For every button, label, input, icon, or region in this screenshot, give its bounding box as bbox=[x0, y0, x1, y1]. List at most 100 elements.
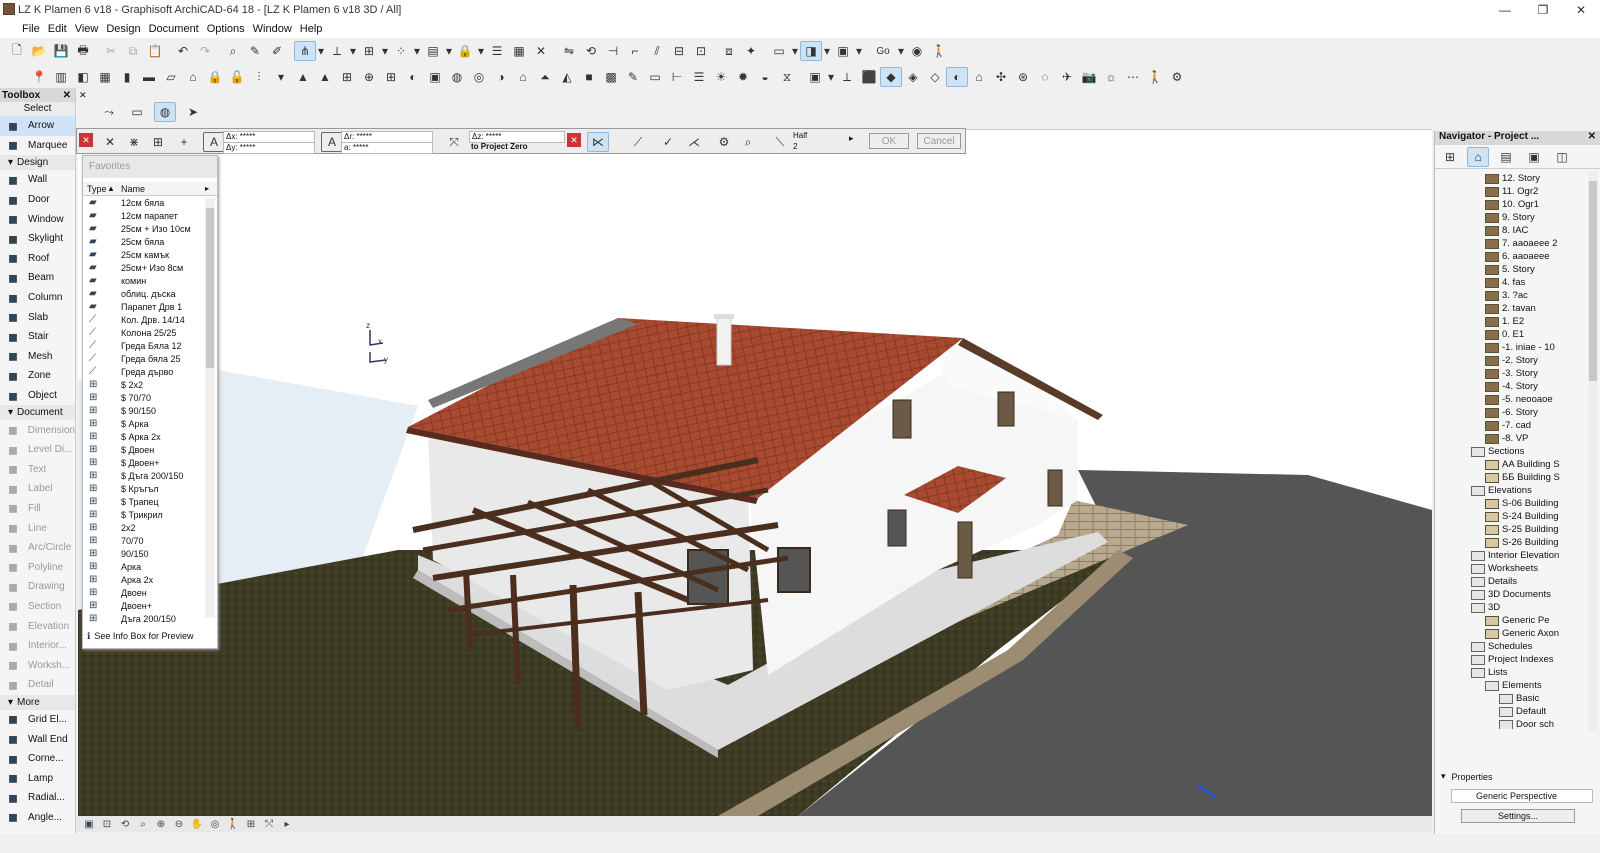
gravity-icon[interactable]: ⋔ bbox=[294, 41, 316, 61]
split-icon[interactable]: ⊟ bbox=[668, 41, 690, 61]
tracker-close-2-icon[interactable]: ✕ bbox=[567, 133, 581, 147]
layout-icon[interactable]: ▣ bbox=[832, 41, 854, 61]
info-box-close-icon[interactable]: ✕ bbox=[79, 90, 89, 100]
dy-field[interactable]: Δy: ***** bbox=[223, 142, 315, 154]
worksheets-folder[interactable]: Worksheets bbox=[1435, 562, 1600, 575]
story-item[interactable]: 3. ?ac bbox=[1435, 289, 1600, 302]
more-section[interactable]: ▾ More bbox=[0, 694, 75, 710]
favorites-scrollbar[interactable] bbox=[205, 198, 215, 618]
favorite-item[interactable]: ⊞ $ 2x2 bbox=[83, 378, 217, 391]
polygon-select-icon[interactable]: ◍ bbox=[154, 102, 176, 122]
col-type-header[interactable]: Type bbox=[83, 184, 107, 194]
tool-wall-end[interactable]: ◼ Wall End bbox=[0, 729, 75, 749]
expand-icon[interactable]: ▸ bbox=[205, 184, 217, 193]
orbit-view-icon[interactable]: ◎ bbox=[206, 818, 224, 830]
stack-icon[interactable]: ☰ bbox=[486, 41, 508, 61]
favorite-item[interactable]: ⊞ 90/150 bbox=[83, 547, 217, 560]
shell-icon[interactable]: ◐ bbox=[402, 67, 424, 87]
draw-icon[interactable]: ✎ bbox=[622, 67, 644, 87]
hatch-icon[interactable]: ▩ bbox=[600, 67, 622, 87]
menu-view[interactable]: View bbox=[75, 23, 107, 35]
tracker-close-icon[interactable]: ✕ bbox=[79, 133, 93, 147]
mirror-icon[interactable]: ⇋ bbox=[558, 41, 580, 61]
door-tool-icon[interactable]: ◧ bbox=[72, 67, 94, 87]
favorite-item[interactable]: ▰ комин bbox=[83, 274, 217, 287]
tool-skylight[interactable]: ◼ Skylight bbox=[0, 229, 75, 249]
ok-button[interactable]: OK bbox=[869, 133, 909, 149]
story-item[interactable]: 1. E2 bbox=[1435, 315, 1600, 328]
3d-viewport[interactable]: z x y bbox=[78, 130, 1432, 816]
favorite-item[interactable]: ▰ 25см камък bbox=[83, 248, 217, 261]
stack-tool-icon[interactable]: ☰ bbox=[688, 67, 710, 87]
path-icon[interactable]: ⋯ bbox=[1122, 67, 1144, 87]
marquee-dropdown-icon[interactable]: ▾ bbox=[826, 67, 836, 87]
settings-button[interactable]: Settings... bbox=[1461, 809, 1575, 823]
interior-elevations-folder[interactable]: Interior Elevation bbox=[1435, 549, 1600, 562]
sub-solid-icon[interactable]: ◑ bbox=[490, 67, 512, 87]
gear-icon[interactable]: ⚙ bbox=[713, 132, 735, 152]
elevations-folder[interactable]: Elevations bbox=[1435, 484, 1600, 497]
lower-icon[interactable]: ▲ bbox=[314, 67, 336, 87]
tool-section[interactable]: ◼ Section bbox=[0, 597, 75, 617]
rect-select-icon[interactable]: ▭ bbox=[126, 102, 148, 122]
story-item[interactable]: 2. tavan bbox=[1435, 302, 1600, 315]
cut-icon[interactable]: ✂ bbox=[100, 41, 122, 61]
tracker-a-icon[interactable]: A bbox=[203, 132, 225, 152]
render-icon[interactable]: ☀ bbox=[710, 67, 732, 87]
generic-axon-item[interactable]: Generic Axon bbox=[1435, 627, 1600, 640]
dimension-tool-icon[interactable]: ⊢ bbox=[666, 67, 688, 87]
offset-icon[interactable]: ⫽ bbox=[646, 41, 668, 61]
snap-guides-icon[interactable]: ⟂ bbox=[326, 41, 348, 61]
favorite-item[interactable]: ⊞ $ Кръгъл bbox=[83, 482, 217, 495]
tool-object[interactable]: ◼ Object bbox=[0, 386, 75, 406]
favorite-item[interactable]: ⊞ Двоен bbox=[83, 586, 217, 599]
favorite-item[interactable]: ▰ 25см бяла bbox=[83, 235, 217, 248]
walk-3d-icon[interactable]: 🚶 bbox=[1144, 67, 1166, 87]
roof-tool-icon[interactable]: ⌂ bbox=[182, 67, 204, 87]
label-tool-icon[interactable]: ▭ bbox=[644, 67, 666, 87]
col-name-header[interactable]: Name bbox=[121, 184, 205, 194]
section-item[interactable]: AA Building S bbox=[1435, 458, 1600, 471]
collapse-icon[interactable]: ▾ bbox=[1441, 771, 1446, 782]
tool-text[interactable]: ◼ Text bbox=[0, 460, 75, 480]
tool-door[interactable]: ◼ Door bbox=[0, 190, 75, 210]
organizer-icon[interactable]: ◫ bbox=[1551, 147, 1573, 167]
pointer-icon[interactable]: ➤ bbox=[182, 102, 204, 122]
cut-plane-icon[interactable]: ◇ bbox=[924, 67, 946, 87]
tool-mesh[interactable]: ◼ Mesh bbox=[0, 347, 75, 367]
layers-dropdown-icon[interactable]: ▾ bbox=[444, 41, 454, 61]
tool-detail[interactable]: ◼ Detail bbox=[0, 675, 75, 695]
elevation-item[interactable]: S-26 Building bbox=[1435, 536, 1600, 549]
tool-window[interactable]: ◼ Window bbox=[0, 209, 75, 229]
favorite-item[interactable]: ⟋ Греда дърво bbox=[83, 365, 217, 378]
tool-arrow[interactable]: ◼ Arrow bbox=[0, 116, 75, 136]
table-icon[interactable]: ▦ bbox=[508, 41, 530, 61]
tool-level-di[interactable]: ◼ Level Di... bbox=[0, 440, 75, 460]
favorite-item[interactable]: ⊞ $ 90/150 bbox=[83, 404, 217, 417]
pick-up-icon[interactable]: ✎ bbox=[244, 41, 266, 61]
copy-icon[interactable]: ⧉ bbox=[122, 41, 144, 61]
story-item[interactable]: -4. Story bbox=[1435, 380, 1600, 393]
navigator-scrollbar[interactable] bbox=[1588, 171, 1598, 731]
slab-tool-icon[interactable]: ▱ bbox=[160, 67, 182, 87]
sun-icon[interactable]: ✹ bbox=[732, 67, 754, 87]
align-icon[interactable]: ⫶ bbox=[248, 67, 270, 87]
window-tool-icon[interactable]: ▦ bbox=[94, 67, 116, 87]
minimize-button[interactable]: — bbox=[1486, 0, 1524, 20]
line-icon[interactable]: ⟋ bbox=[627, 132, 649, 152]
elevation-item[interactable]: S-25 Building bbox=[1435, 523, 1600, 536]
project-map-icon[interactable]: ⊞ bbox=[1439, 147, 1461, 167]
story-item[interactable]: -3. Story bbox=[1435, 367, 1600, 380]
magic-snap-icon[interactable]: ⋉ bbox=[587, 132, 609, 152]
favorite-item[interactable]: ▰ 12см бяла bbox=[83, 196, 217, 209]
tracker-snap-icon[interactable]: ⋇ bbox=[123, 132, 145, 152]
raise-icon[interactable]: ▲ bbox=[292, 67, 314, 87]
tool-slab[interactable]: ◼ Slab bbox=[0, 307, 75, 327]
elements-folder[interactable]: Elements bbox=[1435, 679, 1600, 692]
unlock-element-icon[interactable]: 🔓 bbox=[226, 67, 248, 87]
elevation-item[interactable]: S-06 Building bbox=[1435, 497, 1600, 510]
elevation-item[interactable]: S-24 Building bbox=[1435, 510, 1600, 523]
group-icon[interactable]: ⁘ bbox=[390, 41, 412, 61]
zoom-menu-icon[interactable]: ⌕ bbox=[134, 818, 152, 830]
home-view-icon[interactable]: ⌂ bbox=[968, 67, 990, 87]
